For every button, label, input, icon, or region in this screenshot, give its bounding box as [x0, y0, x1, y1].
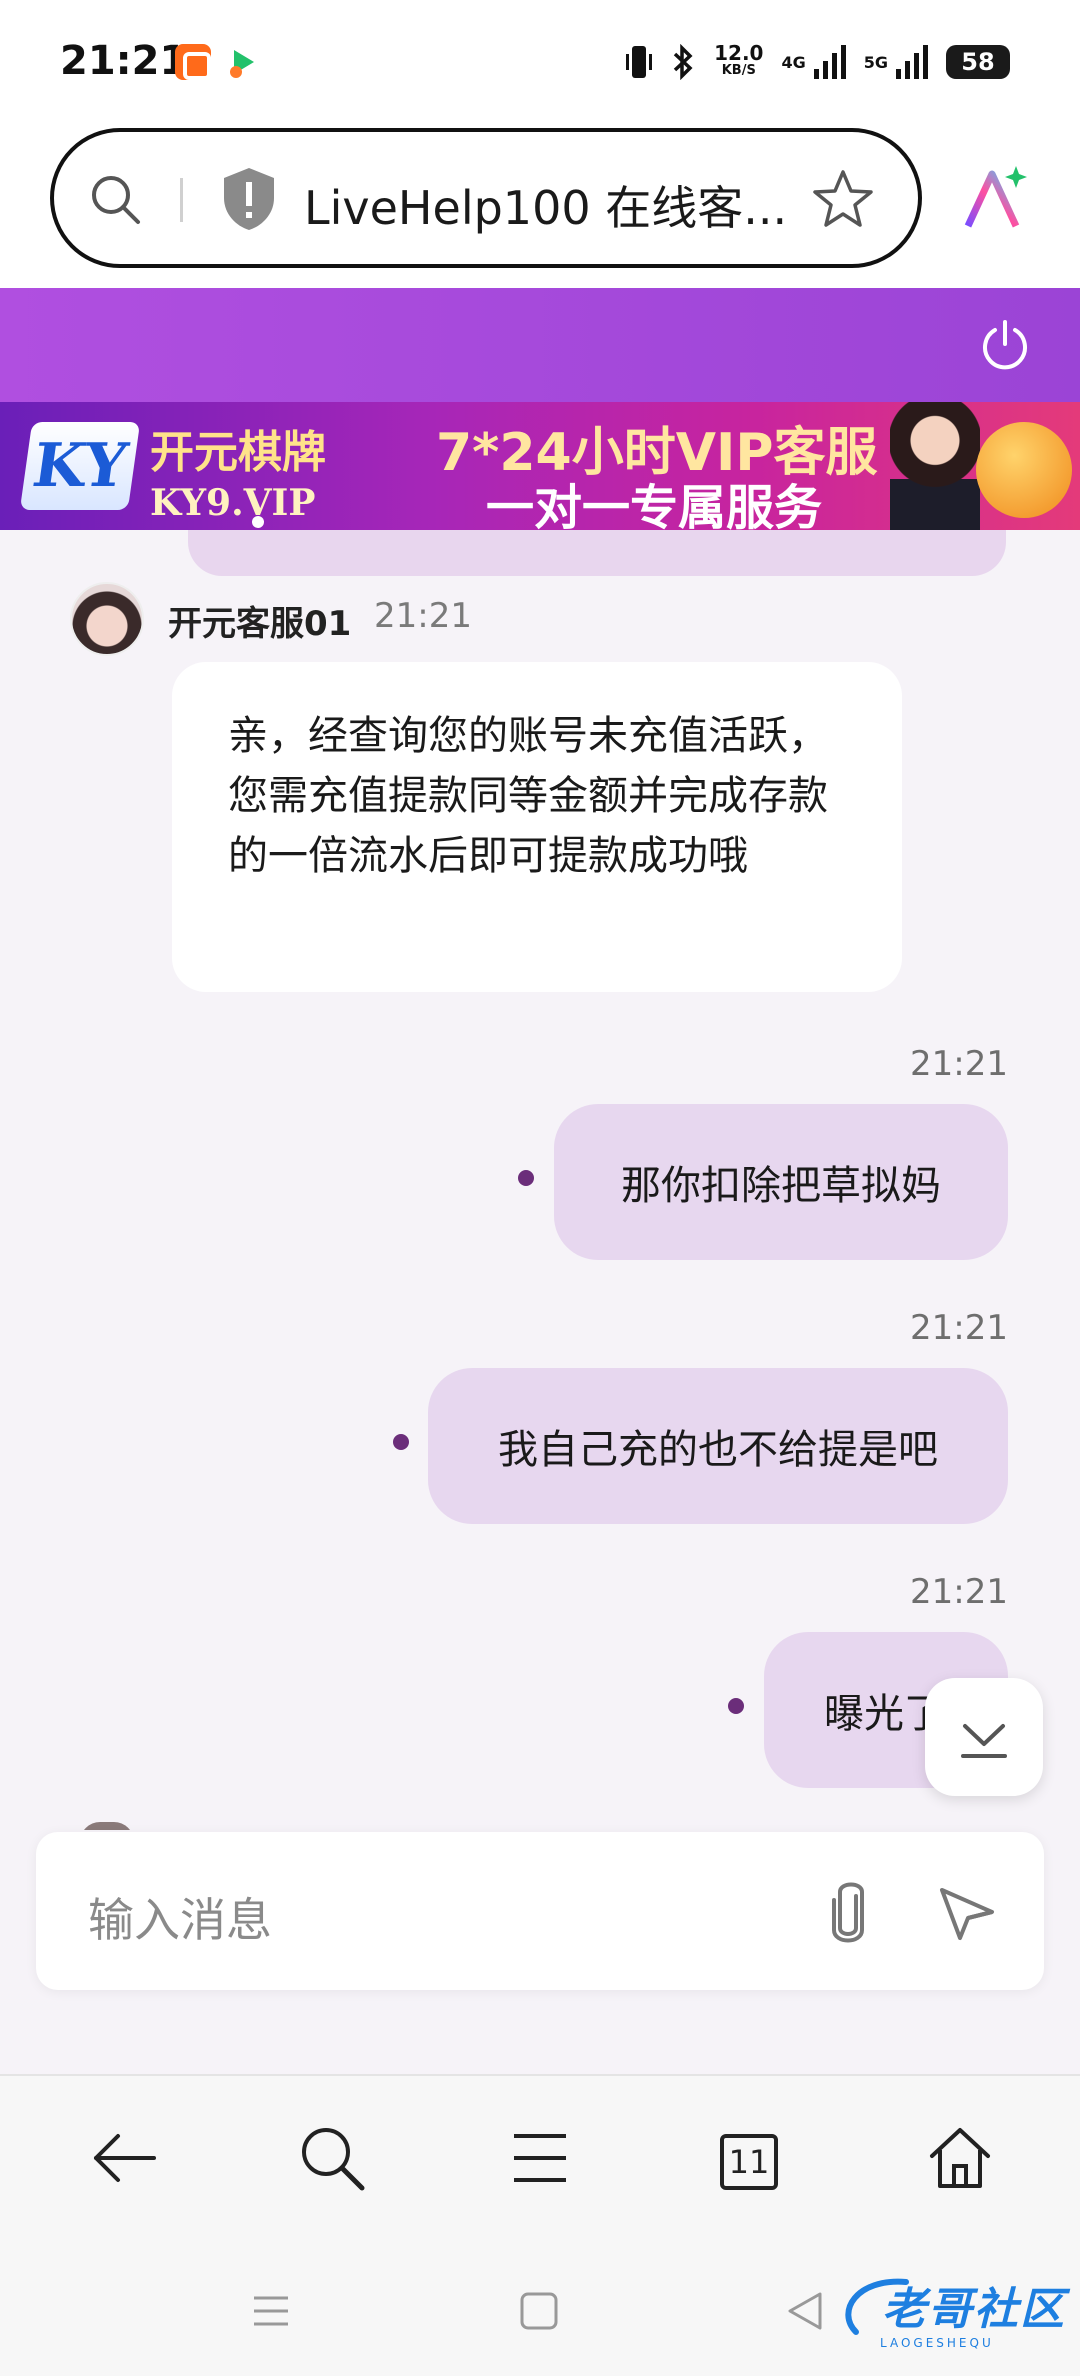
url-divider: [180, 178, 183, 222]
chat-header: [0, 288, 1080, 402]
ai-assistant-icon[interactable]: [958, 162, 1030, 234]
home-button-icon[interactable]: [514, 2286, 564, 2336]
menu-icon[interactable]: [504, 2122, 576, 2194]
banner-brand-en: KY9.VIP: [150, 482, 316, 524]
banner-brand: 开元棋牌 KY9.VIP: [150, 416, 326, 524]
promo-banner[interactable]: KY 开元棋牌 KY9.VIP 7*24小时VIP客服 一对一专属服务: [0, 402, 1080, 530]
home-icon[interactable]: [924, 2122, 996, 2194]
banner-brand-cn: 开元棋牌: [150, 427, 326, 478]
banner-agent-image: [890, 402, 980, 530]
chevron-down-icon: [961, 1724, 1007, 1758]
recent-apps-icon[interactable]: [246, 2286, 296, 2336]
message-time: 21:21: [910, 1308, 1008, 1348]
scroll-to-bottom-button[interactable]: [925, 1678, 1043, 1796]
banner-logo: KY: [19, 422, 141, 510]
sent-status-dot: [393, 1434, 409, 1450]
agent-message-bubble: 亲，经查询您的账号未充值活跃，您需充值提款同等金额并完成存款的一倍流水后即可提款…: [172, 662, 902, 992]
message-time: 21:21: [374, 596, 472, 636]
shield-icon[interactable]: [220, 166, 278, 232]
paperclip-icon[interactable]: [822, 1878, 874, 1946]
network-speed: 12.0 KB/S: [714, 41, 764, 78]
send-icon[interactable]: [936, 1882, 998, 1944]
back-triangle-icon[interactable]: [780, 2286, 830, 2336]
app-notification-icon-2: [224, 44, 260, 80]
power-icon[interactable]: [978, 318, 1032, 372]
app-notification-icon: [175, 44, 211, 80]
banner-tagline-2: 一对一专属服务: [486, 480, 823, 530]
user-message-bubble: 我自己充的也不给提是吧: [428, 1368, 1008, 1524]
status-icons: 12.0 KB/S 4G 5G 58: [626, 40, 1010, 84]
search-icon: [92, 176, 140, 224]
battery-indicator: 58: [946, 45, 1010, 79]
banner-pagination-dot: [252, 516, 264, 528]
message-time: 21:21: [910, 1044, 1008, 1084]
message-input[interactable]: 输入消息: [88, 1884, 272, 1950]
bookmark-star-icon[interactable]: [812, 168, 874, 230]
agent-name: 开元客服01: [168, 604, 352, 644]
user-message-bubble: 那你扣除把草拟妈: [554, 1104, 1008, 1260]
signal-icon-1: [813, 45, 846, 79]
banner-mascot-image: [976, 422, 1072, 518]
chat-messages[interactable]: 开元客服01 21:21 亲，经查询您的账号未充值活跃，您需充值提款同等金额并完…: [0, 530, 1080, 1830]
back-arrow-icon[interactable]: [88, 2122, 160, 2194]
avatar: [80, 1822, 134, 1830]
bluetooth-icon: [673, 44, 693, 80]
previous-message-bubble: [188, 530, 1006, 576]
browser-navigation: 11: [0, 2076, 1080, 2246]
avatar: [70, 582, 144, 656]
sent-status-dot: [518, 1170, 534, 1186]
message-composer: 输入消息: [36, 1832, 1044, 1990]
watermark-subtext: LAOGESHEQU: [880, 2336, 994, 2350]
network-type-5g: 5G: [863, 52, 888, 72]
search-icon[interactable]: [296, 2122, 368, 2194]
tabs-button[interactable]: 11: [720, 2134, 778, 2190]
signal-icon-2: [896, 45, 928, 79]
message-time: 21:21: [910, 1572, 1008, 1612]
page-title[interactable]: LiveHelp100 在线客...: [304, 172, 787, 238]
vibrate-icon: [626, 46, 653, 78]
status-time: 21:21: [60, 38, 188, 84]
browser-toolbar: LiveHelp100 在线客...: [0, 120, 1080, 288]
status-bar: 21:21 12.0 KB/S 4G 5G 58: [0, 0, 1080, 120]
sent-status-dot: [728, 1698, 744, 1714]
address-bar[interactable]: LiveHelp100 在线客...: [50, 128, 922, 268]
network-type-4g: 4G: [781, 52, 806, 72]
